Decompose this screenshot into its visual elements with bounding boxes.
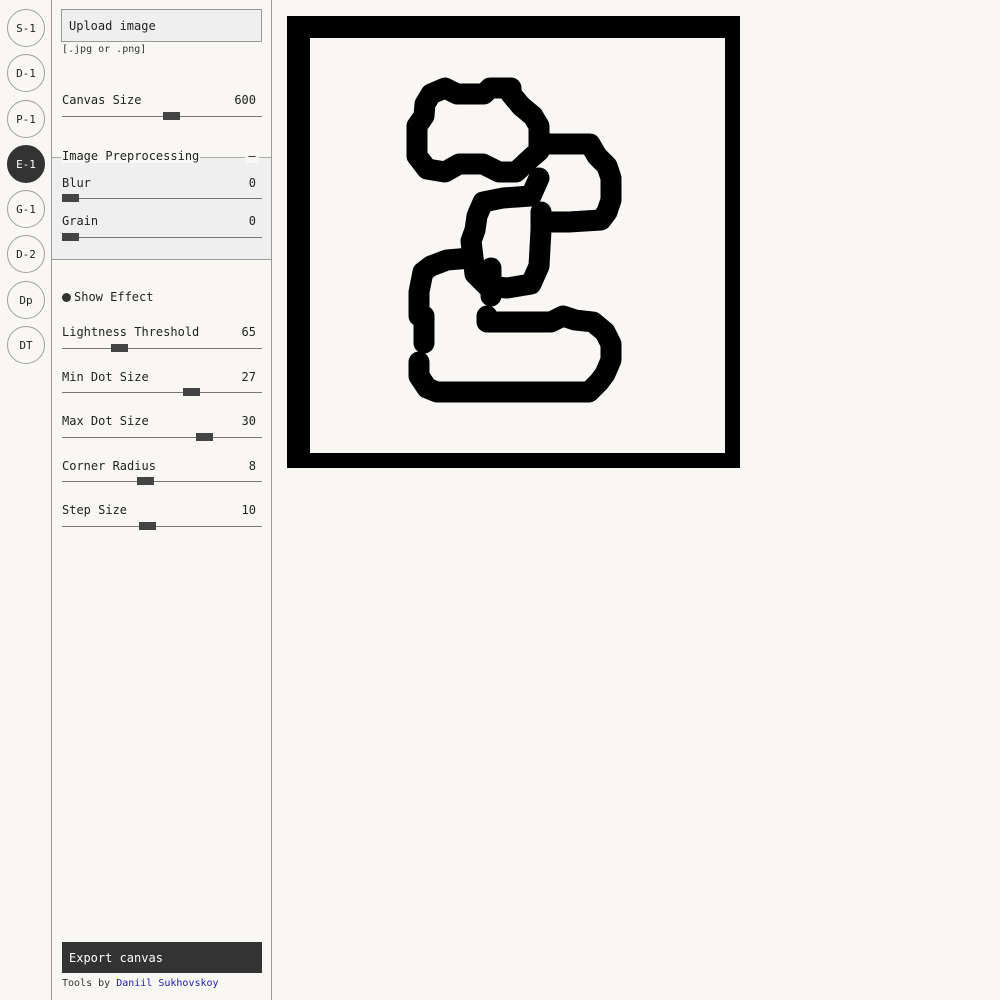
controls-panel: Upload image [.jpg or .png] Canvas Size … <box>52 0 272 1000</box>
min-dot-size-label: Min Dot Size <box>62 370 149 384</box>
tool-button-g1[interactable]: G-1 <box>7 190 45 228</box>
max-dot-size-label: Max Dot Size <box>62 414 149 428</box>
corner-radius-slider-thumb[interactable] <box>137 477 155 485</box>
tool-button-dt[interactable]: DT <box>7 326 45 364</box>
corner-radius-label: Corner Radius <box>62 459 156 473</box>
blur-slider-thumb[interactable] <box>62 194 79 202</box>
grain-value: 0 <box>248 214 256 228</box>
credit-author-link[interactable]: Daniil Sukhovskoy <box>116 978 218 989</box>
lightness-threshold-row: Lightness Threshold 65 <box>62 325 256 339</box>
lightness-threshold-slider[interactable] <box>62 344 262 352</box>
blur-value: 0 <box>248 176 256 190</box>
canvas-size-value: 600 <box>234 93 256 107</box>
max-dot-size-slider[interactable] <box>62 433 262 441</box>
min-dot-size-slider[interactable] <box>62 388 262 396</box>
step-size-row: Step Size 10 <box>62 503 256 517</box>
show-effect-label: Show Effect <box>74 290 154 304</box>
credit-prefix: Tools by <box>62 978 111 989</box>
tool-button-e1[interactable]: E-1 <box>7 145 45 183</box>
canvas-size-slider-thumb[interactable] <box>162 112 180 120</box>
export-canvas-button[interactable]: Export canvas <box>62 942 262 973</box>
max-dot-size-slider-thumb[interactable] <box>195 433 213 441</box>
grain-row: Grain 0 <box>62 214 256 228</box>
tool-button-dp[interactable]: Dp <box>7 281 45 319</box>
corner-radius-slider[interactable] <box>62 477 262 485</box>
lightness-threshold-slider-thumb[interactable] <box>111 344 129 352</box>
blur-slider[interactable] <box>62 194 262 202</box>
artwork-image <box>287 16 740 468</box>
blur-row: Blur 0 <box>62 176 256 190</box>
step-size-slider[interactable] <box>62 522 262 530</box>
min-dot-size-slider-thumb[interactable] <box>182 388 200 396</box>
tool-button-p1[interactable]: P-1 <box>7 100 45 138</box>
upload-hint: [.jpg or .png] <box>62 44 147 55</box>
artwork-canvas[interactable] <box>287 16 740 468</box>
canvas-size-row: Canvas Size 600 <box>62 93 256 107</box>
show-effect-toggle[interactable]: Show Effect <box>62 290 153 304</box>
upload-image-button[interactable]: Upload image <box>61 9 262 42</box>
tool-button-s1[interactable]: S-1 <box>7 9 45 47</box>
corner-radius-row: Corner Radius 8 <box>62 459 256 473</box>
max-dot-size-row: Max Dot Size 30 <box>62 414 256 428</box>
grain-label: Grain <box>62 214 99 228</box>
step-size-slider-thumb[interactable] <box>138 522 156 530</box>
grain-slider[interactable] <box>62 233 262 241</box>
tool-button-d2[interactable]: D-2 <box>7 235 45 273</box>
credit-line: Tools by Daniil Sukhovskoy <box>62 978 219 989</box>
step-size-label: Step Size <box>62 503 128 517</box>
grain-slider-thumb[interactable] <box>62 233 79 241</box>
tool-button-d1[interactable]: D-1 <box>7 54 45 92</box>
lightness-threshold-label: Lightness Threshold <box>62 325 200 339</box>
preprocessing-title: Image Preprocessing <box>61 149 201 163</box>
blur-label: Blur <box>62 176 91 190</box>
step-size-value: 10 <box>241 503 256 517</box>
preprocessing-group <box>52 157 271 260</box>
max-dot-size-value: 30 <box>241 414 256 428</box>
canvas-size-label: Canvas Size <box>62 93 142 107</box>
lightness-threshold-value: 65 <box>241 325 256 339</box>
min-dot-size-row: Min Dot Size 27 <box>62 370 256 384</box>
corner-radius-value: 8 <box>248 459 256 473</box>
show-effect-indicator-icon <box>62 292 71 302</box>
preprocessing-collapse-toggle[interactable]: – <box>245 149 259 163</box>
canvas-size-slider[interactable] <box>62 112 262 120</box>
min-dot-size-value: 27 <box>241 370 256 384</box>
tool-rail: S-1 D-1 P-1 E-1 G-1 D-2 Dp DT <box>0 0 52 1000</box>
